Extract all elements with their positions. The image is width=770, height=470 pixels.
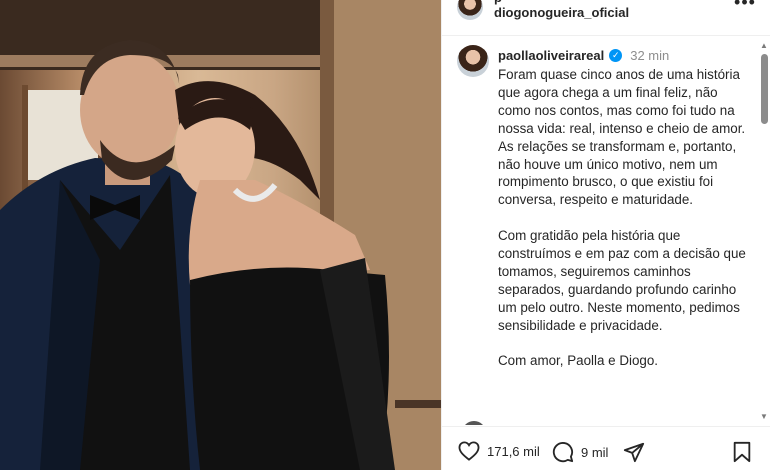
caption-avatar[interactable] [457, 45, 489, 77]
save-button[interactable] [732, 441, 752, 463]
caption-paragraph: Com amor, Paolla e Diogo. [498, 353, 659, 369]
more-horizontal-icon[interactable]: ••• [733, 0, 757, 14]
heart-icon [458, 441, 480, 461]
caption-header: paollaoliveirareal ✓ 32 min [498, 48, 669, 63]
comments-scrollbar[interactable]: ▲ ▼ [758, 37, 770, 425]
bookmark-icon [733, 441, 751, 463]
post-photo[interactable] [0, 0, 441, 470]
couple-photo-illustration [0, 0, 441, 470]
caption-username[interactable]: paollaoliveirareal [498, 48, 604, 63]
caption-text: Foram quase cinco anos de uma história q… [498, 66, 750, 388]
comments-area: paollaoliveirareal ✓ 32 min Foram quase … [442, 37, 770, 425]
comment-button[interactable]: 9 mil [552, 441, 608, 463]
caption-paragraph: Com gratidão pela história que construím… [498, 228, 746, 333]
scroll-up-icon[interactable]: ▲ [760, 41, 768, 50]
action-bar: 171,6 mil 9 mil [442, 426, 770, 470]
comments-count[interactable]: 9 mil [581, 445, 608, 460]
post-panel: p diogonogueira_oficial ••• paollaolivei… [441, 0, 770, 470]
caption-paragraph: Foram quase cinco anos de uma história q… [498, 67, 746, 208]
author-username[interactable]: diogonogueira_oficial [494, 5, 629, 20]
verified-badge-icon: ✓ [609, 49, 623, 62]
post-header: p diogonogueira_oficial ••• [442, 0, 770, 36]
comment-icon [552, 442, 574, 463]
share-button[interactable] [623, 441, 645, 463]
likes-count[interactable]: 171,6 mil [487, 444, 540, 459]
share-icon [623, 442, 645, 463]
author-avatar[interactable] [457, 0, 483, 20]
like-button[interactable]: 171,6 mil [458, 441, 540, 461]
next-comment-avatar[interactable] [462, 421, 486, 425]
caption-time[interactable]: 32 min [630, 48, 669, 63]
scroll-down-icon[interactable]: ▼ [760, 412, 768, 421]
scroll-thumb[interactable] [761, 54, 768, 124]
